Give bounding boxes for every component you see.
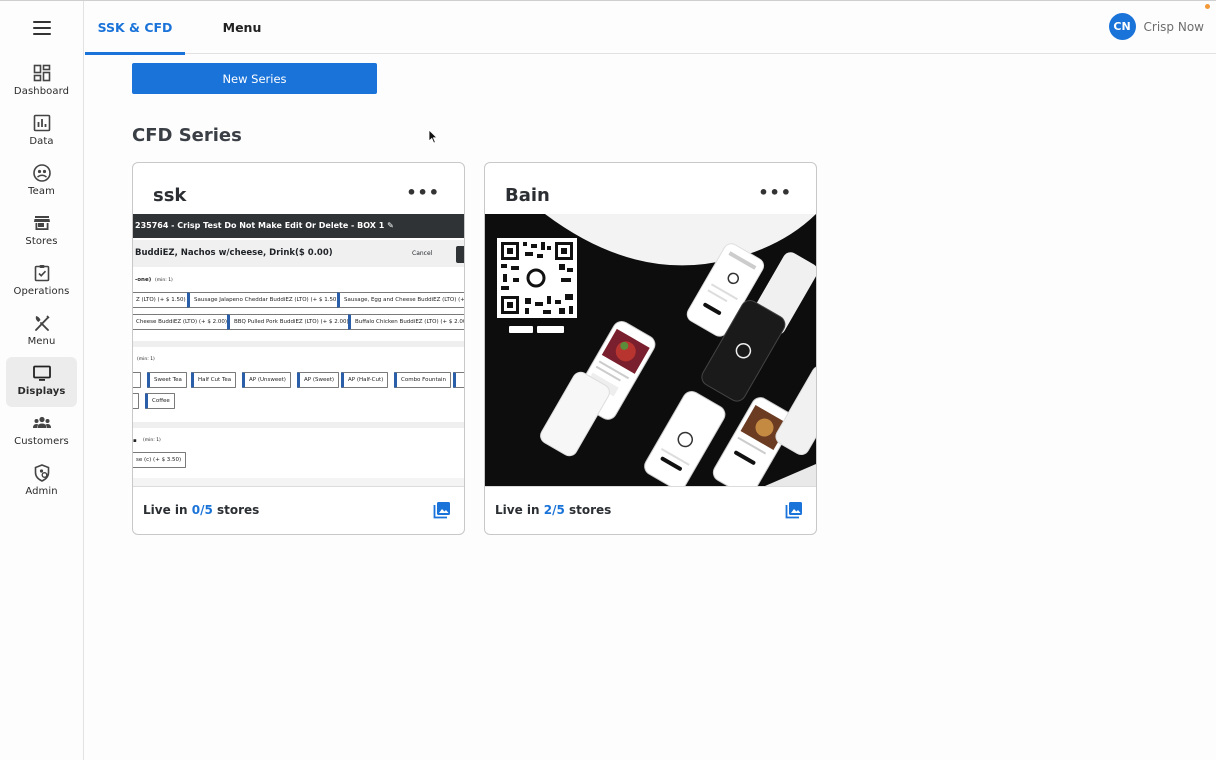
sidebar-item-label: Displays: [17, 386, 66, 397]
live-status: Live in 0/5 stores: [143, 503, 260, 517]
dashboard-icon: [33, 64, 50, 82]
gallery-icon[interactable]: [784, 500, 804, 520]
gallery-icon[interactable]: [432, 500, 452, 520]
user-menu[interactable]: CN Crisp Now: [1108, 13, 1204, 40]
sidebar-item-label: Menu: [27, 336, 56, 347]
sidebar-item-dashboard[interactable]: Dashboard: [6, 57, 77, 107]
card-footer: Live in 2/5 stores: [485, 486, 816, 534]
store-icon: [33, 216, 50, 230]
card-preview-image: [485, 214, 816, 486]
new-series-button[interactable]: New Series: [132, 63, 377, 94]
sidebar-item-displays[interactable]: Displays: [6, 357, 77, 407]
sidebar-item-team[interactable]: Team: [6, 157, 77, 207]
customers-icon: [32, 416, 51, 428]
card-footer: Live in 0/5 stores: [133, 486, 464, 534]
sidebar-item-label: Admin: [25, 486, 58, 497]
sidebar-item-data[interactable]: Data: [6, 107, 77, 157]
notification-dot: [1205, 4, 1210, 9]
qr-code-icon: [497, 238, 577, 318]
preview-header: 235764 - Crisp Test Do Not Make Edit Or …: [133, 214, 464, 238]
admin-shield-icon: [34, 464, 49, 482]
clipboard-check-icon: [34, 265, 49, 282]
sidebar-item-label: Team: [28, 186, 55, 197]
sidebar-item-operations[interactable]: Operations: [6, 257, 77, 307]
card-title: Bain: [505, 185, 550, 206]
sidebar-item-menu[interactable]: Menu: [6, 307, 77, 357]
top-bar: SSK & CFD Menu Boards CN Crisp Now: [85, 1, 1216, 88]
more-options-icon[interactable]: •••: [406, 183, 440, 202]
tab-ssk-cfd[interactable]: SSK & CFD: [85, 1, 185, 55]
bar-chart-icon: [33, 114, 50, 132]
sidebar-item-customers[interactable]: Customers: [6, 407, 77, 457]
utensils-icon: [34, 315, 50, 331]
sidebar-item-stores[interactable]: Stores: [6, 207, 77, 257]
sidebar-item-label: Operations: [13, 286, 70, 297]
sidebar-item-label: Data: [29, 136, 54, 147]
sidebar-item-label: Dashboard: [13, 86, 70, 97]
preview-item-row: BuddiEZ, Nachos w/cheese, Drink($ 0.00) …: [133, 240, 464, 267]
sidebar-item-admin[interactable]: Admin: [6, 457, 77, 507]
team-icon: [32, 164, 51, 182]
app-window: Dashboard Data Team Stores Operations Me…: [0, 0, 1216, 760]
hamburger-menu-icon[interactable]: [33, 21, 51, 35]
avatar: CN: [1108, 13, 1136, 40]
card-preview-image: 235764 - Crisp Test Do Not Make Edit Or …: [133, 214, 464, 486]
tab-menu-boards[interactable]: Menu Boards: [199, 1, 285, 88]
sidebar-item-label: Customers: [14, 436, 69, 447]
more-options-icon[interactable]: •••: [758, 183, 792, 202]
promo-artwork: [485, 214, 816, 486]
user-name: Crisp Now: [1143, 19, 1204, 34]
sidebar: Dashboard Data Team Stores Operations Me…: [0, 1, 84, 760]
mouse-cursor-icon: [428, 129, 438, 144]
section-title: CFD Series: [132, 125, 242, 146]
series-card-ssk[interactable]: ssk ••• 235764 - Crisp Test Do Not Make …: [132, 162, 465, 535]
card-title: ssk: [153, 185, 187, 206]
series-card-bain[interactable]: Bain ••• Live in 2/5 stores: [484, 162, 817, 535]
monitor-icon: [32, 365, 51, 381]
sidebar-item-label: Stores: [25, 236, 58, 247]
live-status: Live in 2/5 stores: [495, 503, 612, 517]
